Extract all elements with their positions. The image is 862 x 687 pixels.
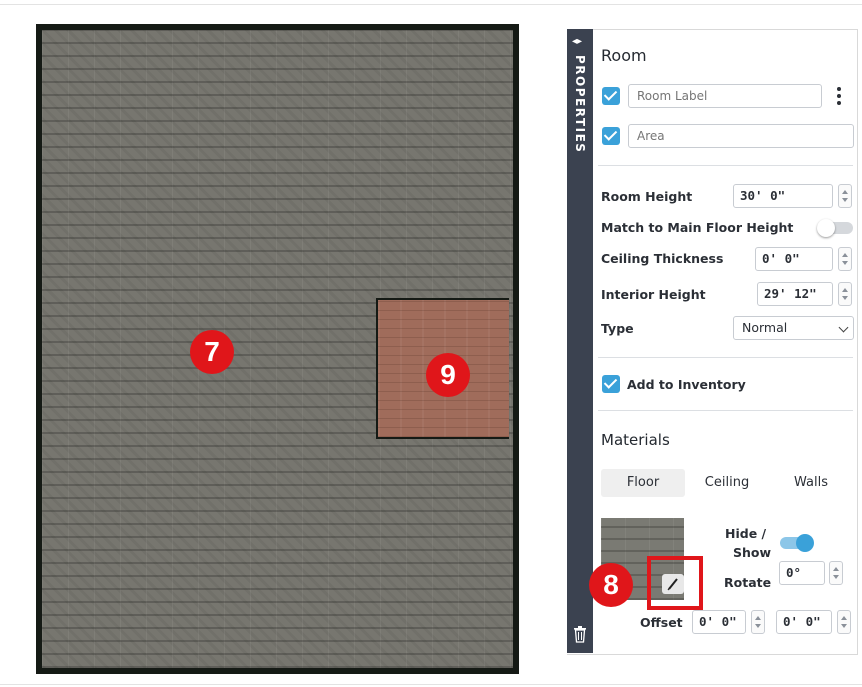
tab-floor[interactable]: Floor — [601, 469, 685, 497]
collapse-arrows-icon[interactable]: ◂▸ — [572, 37, 582, 47]
type-label: Type — [601, 321, 634, 336]
match-floor-height-toggle[interactable] — [817, 219, 853, 237]
divider-2 — [598, 357, 853, 358]
divider-1 — [598, 165, 853, 166]
trash-icon[interactable] — [573, 625, 587, 643]
divider-3 — [598, 410, 853, 411]
rotate-stepper[interactable] — [829, 561, 843, 585]
interior-height-stepper[interactable] — [838, 282, 852, 306]
room-height-input[interactable]: 30' 0" — [733, 184, 833, 208]
bottom-border — [0, 684, 862, 685]
room-height-label: Room Height — [601, 189, 693, 204]
add-inventory-label: Add to Inventory — [627, 377, 746, 392]
hide-show-label-line2: Show — [733, 545, 772, 560]
offset-x-stepper[interactable] — [751, 610, 765, 634]
ceiling-thickness-stepper[interactable] — [838, 247, 852, 271]
type-select-value: Normal — [742, 320, 788, 335]
room-section-title: Room — [601, 46, 647, 65]
offset-y-stepper[interactable] — [837, 610, 851, 634]
callout-badge-8: 8 — [589, 563, 633, 607]
materials-title: Materials — [601, 431, 670, 449]
properties-tab-label: PROPERTIES — [573, 55, 587, 154]
tab-walls[interactable]: Walls — [782, 469, 840, 497]
hide-show-toggle[interactable] — [780, 534, 814, 552]
area-checkbox[interactable] — [602, 127, 620, 145]
type-select[interactable]: Normal — [733, 316, 854, 340]
room-label-input[interactable] — [628, 84, 822, 108]
offset-y-input[interactable]: 0' 0" — [776, 610, 832, 634]
rotate-input[interactable]: 0° — [779, 561, 825, 585]
area-input[interactable] — [628, 124, 854, 148]
chevron-down-icon — [838, 322, 849, 333]
rotate-label: Rotate — [724, 575, 772, 590]
offset-x-input[interactable]: 0' 0" — [692, 610, 746, 634]
ceiling-thickness-input[interactable]: 0' 0" — [755, 247, 833, 271]
top-border — [0, 4, 862, 5]
callout-badge-9: 9 — [426, 353, 470, 397]
hide-show-label-line1: Hide / — [725, 526, 767, 541]
room-height-stepper[interactable] — [838, 184, 852, 208]
tab-ceiling[interactable]: Ceiling — [695, 469, 759, 497]
highlight-box — [647, 556, 703, 610]
interior-height-input[interactable]: 29' 12" — [757, 282, 833, 306]
interior-height-label: Interior Height — [601, 287, 706, 302]
floor-plan-canvas[interactable] — [36, 24, 519, 674]
properties-sidebar-strip[interactable]: ◂▸ PROPERTIES — [567, 29, 593, 653]
match-floor-height-label: Match to Main Floor Height — [601, 220, 794, 235]
more-menu-icon[interactable] — [836, 86, 842, 106]
add-inventory-checkbox[interactable] — [602, 375, 620, 393]
offset-label: Offset — [640, 615, 683, 630]
ceiling-thickness-label: Ceiling Thickness — [601, 251, 724, 266]
callout-badge-7: 7 — [190, 330, 234, 374]
room-label-checkbox[interactable] — [602, 87, 620, 105]
